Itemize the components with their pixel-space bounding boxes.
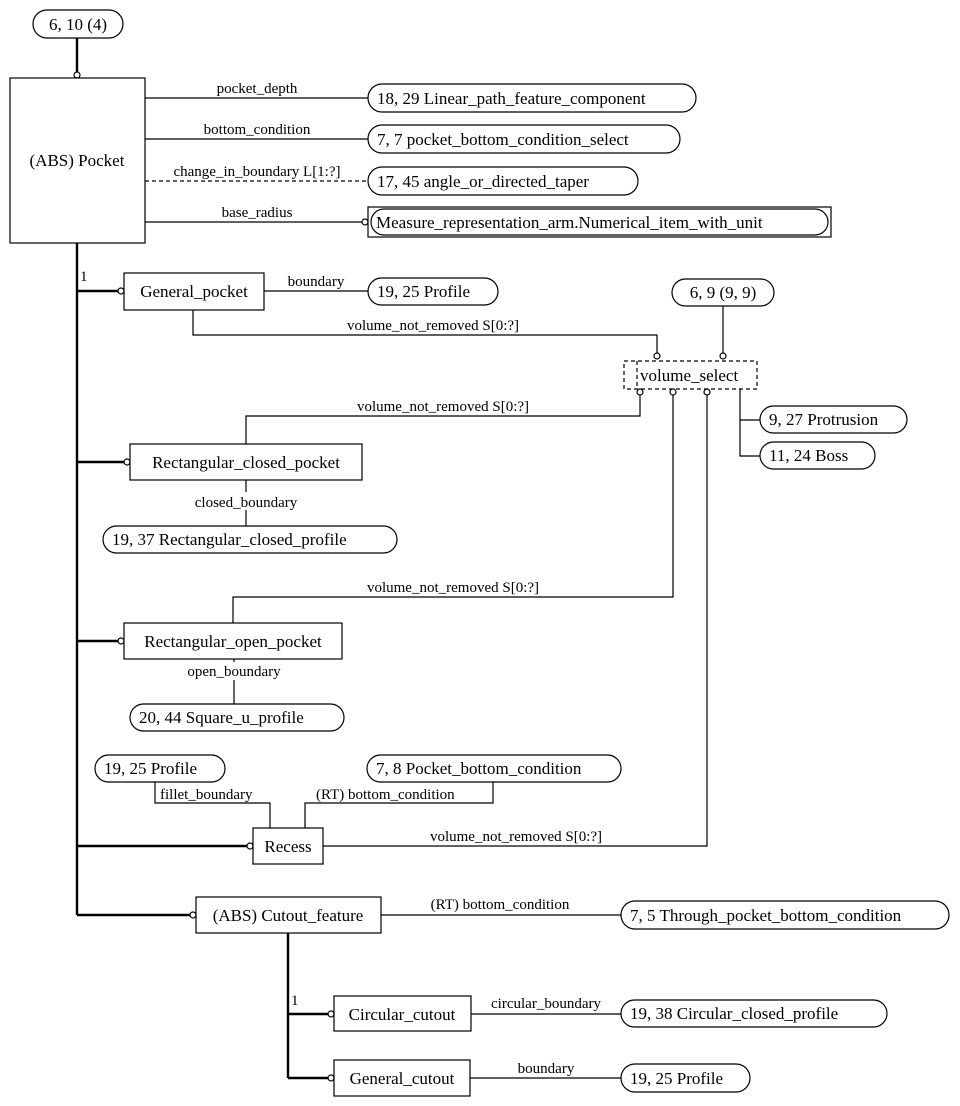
entity-label: Rectangular_open_pocket bbox=[144, 632, 322, 651]
attr-boundary: boundary bbox=[288, 274, 345, 290]
ref-pocket-bottom-condition[interactable]: 7, 8 Pocket_bottom_condition bbox=[366, 754, 622, 783]
ref-label: 17, 45 angle_or_directed_taper bbox=[377, 172, 589, 191]
ref-protrusion[interactable]: 9, 27 Protrusion bbox=[759, 405, 908, 434]
ref-rectangular-closed-profile[interactable]: 19, 37 Rectangular_closed_profile bbox=[102, 525, 398, 554]
ref-label: 6, 9 (9, 9) bbox=[690, 283, 757, 302]
attr-open-boundary: open_boundary bbox=[187, 664, 281, 680]
ref-label: 18, 29 Linear_path_feature_component bbox=[377, 89, 646, 108]
express-g-diagram: 6, 10 (4) (ABS) Pocket pocket_depth 18, … bbox=[9, 9, 950, 1097]
entity-label: (ABS) Cutout_feature bbox=[213, 906, 364, 925]
attr-volume-not-removed: volume_not_removed S[0:?] bbox=[347, 318, 519, 334]
entity-label: General_cutout bbox=[350, 1069, 455, 1088]
ref-label: 7, 5 Through_pocket_bottom_condition bbox=[630, 906, 902, 925]
ref-boss[interactable]: 11, 24 Boss bbox=[759, 441, 876, 470]
entity-general-pocket[interactable]: General_pocket bbox=[123, 272, 265, 311]
ref-label: 20, 44 Square_u_profile bbox=[139, 708, 304, 727]
entity-pocket[interactable]: (ABS) Pocket bbox=[9, 77, 146, 244]
supertype-count: 1 bbox=[291, 993, 299, 1009]
ref-label: 11, 24 Boss bbox=[769, 446, 848, 465]
page-ref-pocket: 6, 10 (4) bbox=[32, 9, 124, 39]
attr-circular-boundary: circular_boundary bbox=[491, 996, 601, 1012]
attr-closed-boundary: closed_boundary bbox=[195, 495, 298, 511]
ref-profile-cutout[interactable]: 19, 25 Profile bbox=[620, 1063, 751, 1093]
ref-circular-closed-profile[interactable]: 19, 38 Circular_closed_profile bbox=[620, 999, 888, 1028]
ref-label: Measure_representation_arm.Numerical_ite… bbox=[376, 213, 763, 232]
select-label: volume_select bbox=[640, 366, 738, 385]
attr-boundary: boundary bbox=[518, 1061, 575, 1077]
entity-general-cutout[interactable]: General_cutout bbox=[333, 1059, 471, 1097]
entity-label: General_pocket bbox=[140, 282, 248, 301]
ref-label: 9, 27 Protrusion bbox=[769, 410, 879, 429]
select-volume-select[interactable]: volume_select bbox=[623, 360, 758, 390]
attr-volume-not-removed: volume_not_removed S[0:?] bbox=[430, 829, 602, 845]
ref-square-u-profile[interactable]: 20, 44 Square_u_profile bbox=[129, 703, 345, 732]
ref-label: 7, 7 pocket_bottom_condition_select bbox=[377, 130, 629, 149]
attr-rt-bottom-condition: (RT) bottom_condition bbox=[431, 897, 570, 913]
attr-volume-not-removed: volume_not_removed S[0:?] bbox=[357, 399, 529, 415]
entity-rectangular-open-pocket[interactable]: Rectangular_open_pocket bbox=[123, 622, 343, 660]
entity-label: (ABS) Pocket bbox=[30, 151, 125, 170]
ref-pocket-bottom-condition-select[interactable]: 7, 7 pocket_bottom_condition_select bbox=[367, 124, 681, 154]
attr-volume-not-removed: volume_not_removed S[0:?] bbox=[367, 580, 539, 596]
entity-cutout-feature[interactable]: (ABS) Cutout_feature bbox=[195, 896, 382, 934]
attr-bottom-condition: bottom_condition bbox=[204, 122, 311, 138]
ref-label: 19, 25 Profile bbox=[104, 759, 197, 778]
supertype-count: 1 bbox=[80, 269, 88, 285]
attr-pocket-depth: pocket_depth bbox=[217, 81, 298, 97]
ref-through-pocket-bottom-condition[interactable]: 7, 5 Through_pocket_bottom_condition bbox=[620, 900, 950, 930]
entity-rectangular-closed-pocket[interactable]: Rectangular_closed_pocket bbox=[129, 443, 363, 481]
attr-change-in-boundary: change_in_boundary L[1:?] bbox=[173, 164, 340, 180]
attr-fillet-boundary: fillet_boundary bbox=[160, 787, 253, 803]
page-ref-text: 6, 10 (4) bbox=[49, 15, 107, 34]
entity-label: Recess bbox=[264, 837, 311, 856]
attr-rt-bottom-condition: (RT) bottom_condition bbox=[316, 787, 455, 803]
ref-label: 7, 8 Pocket_bottom_condition bbox=[376, 759, 582, 778]
entity-label: Circular_cutout bbox=[349, 1005, 456, 1024]
ref-profile-fillet[interactable]: 19, 25 Profile bbox=[94, 754, 226, 783]
ref-angle-or-directed-taper[interactable]: 17, 45 angle_or_directed_taper bbox=[367, 166, 639, 196]
ref-label: 19, 25 Profile bbox=[377, 282, 470, 301]
attr-base-radius: base_radius bbox=[222, 205, 293, 221]
entity-recess[interactable]: Recess bbox=[252, 827, 324, 865]
ref-numerical-item-with-unit[interactable]: Measure_representation_arm.Numerical_ite… bbox=[367, 206, 832, 238]
page-ref-volume-select[interactable]: 6, 9 (9, 9) bbox=[671, 278, 775, 307]
ref-label: 19, 25 Profile bbox=[630, 1069, 723, 1088]
ref-linear-path[interactable]: 18, 29 Linear_path_feature_component bbox=[367, 83, 697, 113]
ref-label: 19, 37 Rectangular_closed_profile bbox=[112, 530, 347, 549]
ref-profile[interactable]: 19, 25 Profile bbox=[367, 277, 499, 306]
entity-circular-cutout[interactable]: Circular_cutout bbox=[333, 995, 472, 1032]
entity-label: Rectangular_closed_pocket bbox=[152, 453, 340, 472]
ref-label: 19, 38 Circular_closed_profile bbox=[630, 1004, 838, 1023]
